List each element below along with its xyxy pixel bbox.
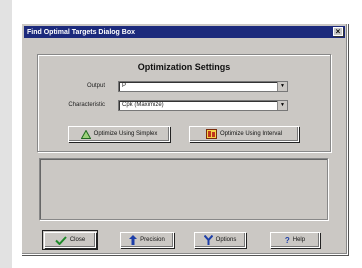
chevron-down-icon[interactable]: ▼ [277,82,287,91]
output-value: P [122,83,127,89]
y-icon [203,235,213,245]
background-sidebar-strip [0,0,12,268]
options-button[interactable]: Options [194,232,246,248]
output-select[interactable]: P ▼ [118,81,288,92]
optimize-simplex-button[interactable]: Optimize Using Simplex [68,126,170,142]
close-button-label: Close [69,237,86,243]
up-arrow-icon [129,235,138,245]
options-button-label: Options [215,237,237,243]
title-bar: Find Optimal Targets Dialog Box × [24,26,345,38]
find-optimal-targets-dialog: Find Optimal Targets Dialog Box × Optimi… [21,23,348,255]
characteristic-select[interactable]: Cpk (Maximize) ▼ [118,100,288,111]
optimize-interval-label: Optimize Using Interval [219,131,283,137]
close-button[interactable]: Close [42,230,98,250]
title-close-button[interactable]: × [333,27,343,36]
results-panel [39,158,328,220]
interval-icon [205,129,217,139]
precision-button[interactable]: Precision [120,232,174,248]
precision-button-label: Precision [140,237,165,243]
output-label: Output [86,83,105,89]
dialog-title: Find Optimal Targets Dialog Box [27,28,135,36]
triangle-icon [80,129,91,139]
close-icon: × [335,27,341,36]
optimize-interval-button[interactable]: Optimize Using Interval [189,126,299,142]
characteristic-value: Cpk (Maximize) [122,102,164,108]
optimize-simplex-label: Optimize Using Simplex [93,131,158,137]
help-button[interactable]: ? Help [270,232,320,248]
help-button-label: Help [292,237,306,243]
optimization-settings-group: Optimization Settings Output P ▼ Charact… [37,54,331,152]
chevron-down-icon[interactable]: ▼ [277,101,287,110]
optimization-settings-title: Optimization Settings [137,62,231,72]
question-icon: ? [284,235,290,245]
characteristic-label: Characteristic [68,102,105,108]
checkmark-icon [55,235,67,245]
